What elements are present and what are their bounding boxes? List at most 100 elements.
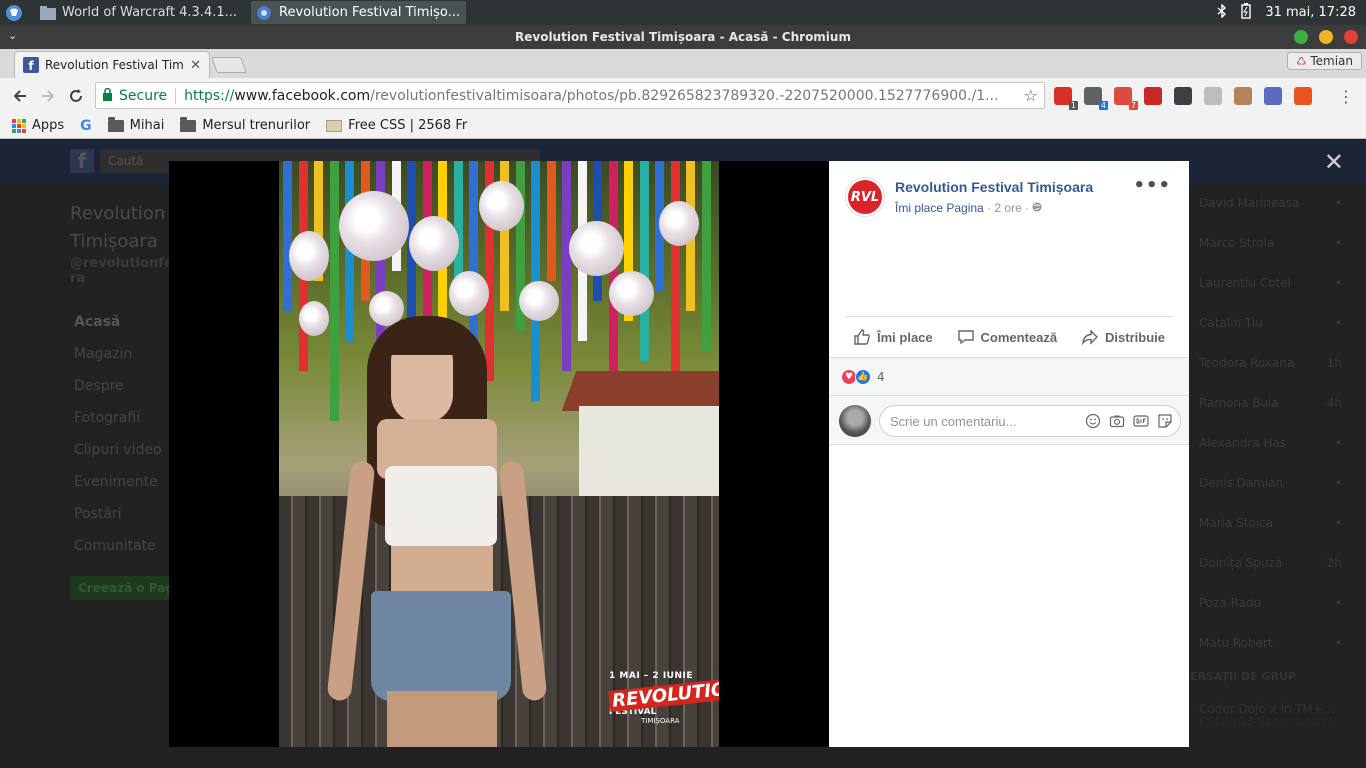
clock[interactable]: 31 mai, 17:28 <box>1265 5 1356 20</box>
folder-icon <box>107 116 124 132</box>
post-header: RVL Revolution Festival Timișoara Îmi pl… <box>845 177 1093 217</box>
photo-lantern <box>339 191 409 261</box>
ubuntu-icon[interactable] <box>1294 87 1312 105</box>
fb-create-page-button: Creează o Pagină <box>70 576 170 600</box>
bookmark-mihai[interactable]: Mihai <box>107 116 164 133</box>
minimize-button[interactable] <box>1319 30 1333 44</box>
window-title: Revolution Festival Timișoara - Acasă - … <box>515 30 851 44</box>
bookmark-google[interactable]: G <box>80 118 92 134</box>
page-viewport: f Caută ✕ Revolution Timișoara @revoluti… <box>0 140 1366 768</box>
free-css-favicon-icon <box>326 119 343 132</box>
fb-page-name: Revolution Timișoara <box>70 203 166 252</box>
page-avatar[interactable]: RVL <box>845 177 885 217</box>
page-avatar-text: RVL <box>848 180 882 214</box>
browser-toolbar: Secure https:// www.facebook.com /revolu… <box>0 78 1366 113</box>
chat-contact-name: Laurentiu Cotel <box>1199 276 1291 290</box>
url-path: /revolutionfestivaltimisoara/photos/pb.8… <box>370 87 999 104</box>
close-photo-viewer-button[interactable]: ✕ <box>1324 148 1344 176</box>
reload-icon <box>70 88 82 102</box>
window-titlebar[interactable]: ⌄ Revolution Festival Timișoara - Acasă … <box>0 25 1366 49</box>
bookmark-free-css[interactable]: Free CSS | 2568 Fr <box>326 118 467 133</box>
system-tray: 31 mai, 17:28 <box>1217 2 1366 23</box>
window-controls <box>1294 30 1358 44</box>
reload-button[interactable] <box>62 82 90 110</box>
url-host: www.facebook.com <box>234 87 371 104</box>
photo-lantern <box>289 231 329 281</box>
comment-icon <box>957 328 975 346</box>
post-meta: Îmi place Pagina · 2 ore · <box>895 201 1093 215</box>
tab-facebook[interactable]: f Revolution Festival Tim ✕ <box>14 51 210 78</box>
chat-contact-status: 2h <box>1326 556 1342 570</box>
photo-person-legs <box>387 691 497 747</box>
chat-contact: Ramona Buia 4h <box>1190 396 1366 436</box>
chat-contact-status: • <box>1334 436 1342 450</box>
camera-icon[interactable] <box>1109 413 1125 429</box>
share-button[interactable]: Distribuie <box>1073 328 1173 346</box>
circle-icon[interactable] <box>1174 87 1192 105</box>
chat-contact-name: Alexandra Has <box>1199 436 1287 450</box>
chat-contact-status: • <box>1334 316 1342 330</box>
comment-label: Comentează <box>980 329 1058 345</box>
reactions-summary[interactable]: ♥ 👍 4 <box>829 357 1189 395</box>
profile-button[interactable]: ♺ Temian <box>1287 52 1362 70</box>
chat-contact-status: 4h <box>1326 396 1342 410</box>
address-bar[interactable]: Secure https:// www.facebook.com /revolu… <box>95 82 1045 109</box>
tab-strip: f Revolution Festival Tim ✕ ♺ Temian <box>0 49 1366 78</box>
chat-contact-status: • <box>1334 636 1342 650</box>
browser-menu-icon[interactable]: ⋮ <box>1338 87 1354 106</box>
chat-contact-status: • <box>1334 276 1342 290</box>
extensions-bar: 1 4 7 <box>1054 87 1312 110</box>
like-page-link[interactable]: Îmi place Pagina <box>895 201 984 215</box>
bluetooth-icon[interactable] <box>1217 2 1227 22</box>
bookmark-mersul-trenurilor[interactable]: Mersul trenurilor <box>180 116 310 133</box>
post-page-name[interactable]: Revolution Festival Timișoara <box>895 179 1093 195</box>
post-photo[interactable]: 1 MAI – 2 IUNIE REVOLUTION FESTIVAL TIMI… <box>279 161 719 747</box>
taskbar-task-chromium[interactable]: Revolution Festival Timișo... <box>251 1 466 24</box>
bookmark-apps[interactable]: Apps <box>12 118 64 133</box>
post-time[interactable]: 2 ore <box>994 201 1021 215</box>
taskbar-task-wow[interactable]: World of Warcraft 4.3.4.1... <box>34 1 243 24</box>
close-window-button[interactable] <box>1344 30 1358 44</box>
photo-lantern <box>659 201 699 246</box>
ghost-icon[interactable] <box>1204 87 1222 105</box>
fb-nav-item: Acasă <box>74 314 121 330</box>
more-options-icon[interactable]: ••• <box>1133 175 1171 196</box>
user-avatar <box>839 405 871 437</box>
chat-contact: Maria Stoica • <box>1190 516 1366 556</box>
chat-contact-status: • <box>1334 236 1342 250</box>
cloud-icon[interactable] <box>1264 87 1282 105</box>
analytics-icon[interactable] <box>1144 87 1162 105</box>
like-button[interactable]: Îmi place <box>845 328 941 346</box>
sticker-icon[interactable] <box>1157 413 1173 429</box>
cookie-icon[interactable] <box>1234 87 1252 105</box>
new-tab-button[interactable] <box>211 57 247 73</box>
gif-icon[interactable] <box>1133 413 1149 429</box>
os-menu-icon[interactable] <box>2 1 26 25</box>
emoji-icon[interactable] <box>1085 413 1101 429</box>
todo-icon[interactable]: 7 <box>1114 87 1138 110</box>
forward-button[interactable] <box>34 82 62 110</box>
chevron-down-icon[interactable]: ⌄ <box>8 29 17 42</box>
chat-contact: Poza Radu • <box>1190 596 1366 636</box>
bookmark-star-icon[interactable]: ☆ <box>1024 86 1038 105</box>
photo-ribbon <box>469 161 478 351</box>
close-tab-icon[interactable]: ✕ <box>190 58 201 73</box>
photo-lantern <box>409 216 459 271</box>
adblock-icon[interactable]: 1 <box>1054 87 1078 110</box>
share-label: Distribuie <box>1105 329 1165 345</box>
comment-tools <box>1085 413 1173 429</box>
fb-nav-item: Fotografii <box>74 410 141 426</box>
maximize-button[interactable] <box>1294 30 1308 44</box>
screen-icon[interactable]: 4 <box>1084 87 1108 110</box>
apps-grid-icon <box>12 118 26 133</box>
bookmark-label: Free CSS | 2568 Fr <box>348 118 468 133</box>
comment-button[interactable]: Comentează <box>949 328 1066 346</box>
folder-icon <box>40 5 56 20</box>
chat-contact: Catalin Tiu • <box>1190 316 1366 356</box>
lock-icon <box>102 87 113 104</box>
post-divider <box>845 316 1173 317</box>
back-button[interactable] <box>6 82 34 110</box>
facebook-favicon-icon: f <box>23 57 39 73</box>
extension-badge: 7 <box>1128 101 1138 110</box>
battery-icon[interactable] <box>1241 2 1252 23</box>
